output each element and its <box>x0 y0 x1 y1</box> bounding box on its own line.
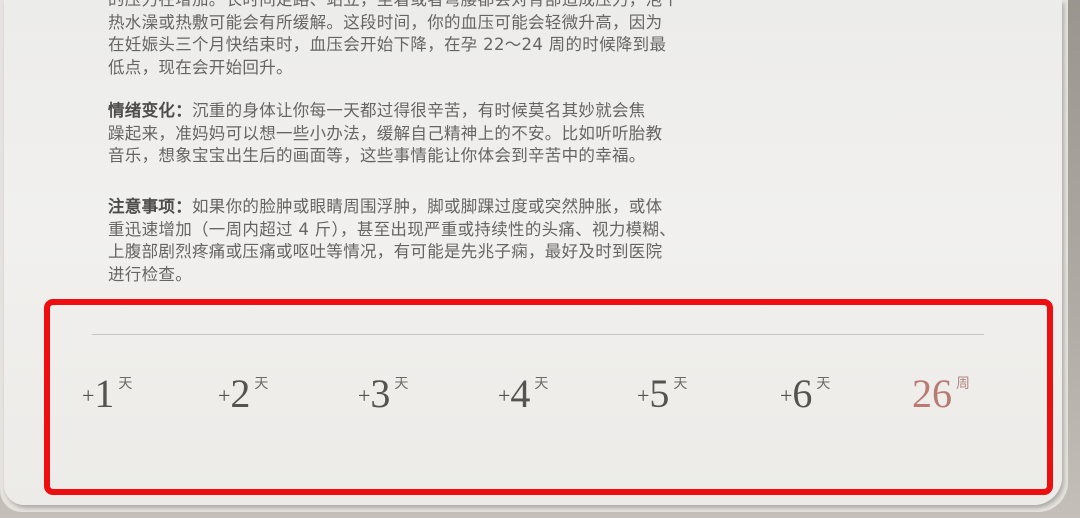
paragraph-body-changes: 的压力在增加。长时间走路、站立，坐着或者弯腰都会对背部造成压力，泡个 热水澡或热… <box>108 0 828 79</box>
text-line: 注意事项：如果你的脸肿或眼睛周围浮肿，脚或脚踝过度或突然肿胀，或体 <box>108 196 828 219</box>
paragraph-notes: 注意事项：如果你的脸肿或眼睛周围浮肿，脚或脚踝过度或突然肿胀，或体 重迅速增加（… <box>108 196 828 286</box>
paragraph-emotion: 情绪变化：沉重的身体让你每一天都过得很辛苦，有时候莫名其妙就会焦 躁起来，准妈妈… <box>108 100 828 168</box>
emotion-label: 情绪变化： <box>108 101 192 120</box>
text-line: 进行检查。 <box>108 264 192 284</box>
notes-label: 注意事项： <box>108 197 192 216</box>
text-line: 音乐，想象宝宝出生后的画面等，这些事情能让你体会到辛苦中的幸福。 <box>108 146 646 165</box>
text-span: 如果你的脸肿或眼睛周围浮肿，脚或脚踝过度或突然肿胀，或体 <box>192 197 663 216</box>
text-line: 在妊娠头三个月快结束时，血压会开始下降，在孕 22～24 周的时候降到最 <box>108 35 667 54</box>
text-line: 热水澡或热敷可能会有所缓解。这段时间，你的血压可能会轻微升高，因为 <box>108 12 663 32</box>
text-line: 上腹部剧烈疼痛或压痛或呕吐等情况，有可能是先兆子痫，最好及时到医院 <box>108 242 663 261</box>
text-span: 沉重的身体让你每一天都过得很辛苦，有时候莫名其妙就会焦 <box>192 101 646 120</box>
text-line: 重迅速增加（一周内超过 4 斤），甚至出现严重或持续性的头痛、视力模糊、 <box>108 219 677 239</box>
highlight-box <box>44 299 1053 495</box>
text-line: 情绪变化：沉重的身体让你每一天都过得很辛苦，有时候莫名其妙就会焦 <box>108 100 828 123</box>
text-line: 的压力在增加。长时间走路、站立，坐着或者弯腰都会对背部造成压力，泡个 <box>108 0 828 12</box>
text-line: 低点，现在会开始回升。 <box>108 57 293 77</box>
text-line: 躁起来，准妈妈可以想一些小办法，缓解自己精神上的不安。比如听听胎教 <box>108 123 663 143</box>
